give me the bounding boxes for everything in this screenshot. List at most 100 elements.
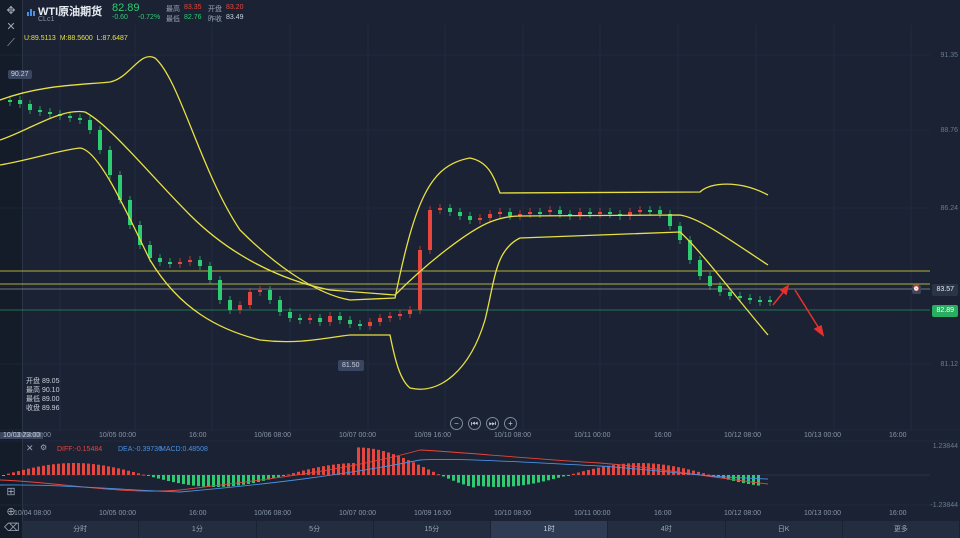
x-tick: 16:00 bbox=[189, 510, 207, 517]
x-tick: 10/13 00:00 bbox=[804, 432, 841, 439]
candle-body bbox=[478, 218, 482, 220]
macd-bar bbox=[627, 463, 630, 475]
candle-body bbox=[468, 216, 472, 220]
macd-bar bbox=[167, 475, 170, 482]
tab-15min[interactable]: 15分 bbox=[374, 521, 491, 538]
candle-body bbox=[718, 286, 722, 292]
candle-body bbox=[368, 322, 372, 326]
tab-timeshare[interactable]: 分时 bbox=[22, 521, 140, 538]
macd-bar bbox=[37, 466, 40, 475]
macd-settings-icon[interactable]: ⚙ bbox=[40, 443, 47, 452]
macd-bar bbox=[487, 475, 490, 487]
macd-bar bbox=[72, 463, 75, 475]
x-tick: 10/09 16:00 bbox=[414, 510, 451, 517]
candle-body bbox=[78, 118, 82, 120]
x-tick: 10/11 00:00 bbox=[574, 432, 611, 439]
y-tick: 91.35 bbox=[940, 52, 958, 59]
macd-bar bbox=[27, 468, 30, 475]
candle-body bbox=[248, 292, 252, 305]
macd-bar bbox=[62, 463, 65, 475]
macd-bar bbox=[307, 469, 310, 475]
x-tick: 10/07 00:00 bbox=[339, 510, 376, 517]
x-tick: 10/10 08:00 bbox=[494, 510, 531, 517]
candle-body bbox=[288, 312, 292, 318]
candle-body bbox=[698, 260, 702, 276]
macd-bar bbox=[647, 463, 650, 475]
candle-body bbox=[608, 212, 612, 214]
macd-bar bbox=[162, 475, 165, 480]
macd-bar bbox=[277, 475, 280, 478]
macd-bar bbox=[602, 466, 605, 475]
x-tick: 16:00 bbox=[889, 510, 907, 517]
kline-chart[interactable] bbox=[0, 0, 960, 538]
candle-body bbox=[728, 292, 732, 296]
low-mark: 81.50 bbox=[338, 360, 364, 371]
x-tick: 10/13 00:00 bbox=[804, 510, 841, 517]
candle-body bbox=[98, 130, 102, 150]
tab-daily[interactable]: 日K bbox=[726, 521, 843, 538]
x-tick: 10/05 00:00 bbox=[99, 510, 136, 517]
x-tick: 10/12 08:00 bbox=[724, 510, 761, 517]
candle-body bbox=[488, 214, 492, 218]
candle-body bbox=[378, 318, 382, 322]
y-tick: 88.76 bbox=[940, 127, 958, 134]
macd-bar bbox=[747, 475, 750, 484]
scroll-right-button[interactable]: ⏭ bbox=[486, 417, 499, 430]
macd-bar bbox=[132, 471, 135, 475]
zoom-out-button[interactable]: − bbox=[450, 417, 463, 430]
x-tick: 16:00 bbox=[654, 510, 672, 517]
macd-bar bbox=[642, 463, 645, 475]
tab-1min[interactable]: 1分 bbox=[139, 521, 257, 538]
macd-bar bbox=[527, 475, 530, 485]
macd-bar bbox=[447, 475, 450, 479]
candle-body bbox=[328, 316, 332, 322]
alert-icon[interactable]: ⏰ bbox=[912, 285, 921, 294]
line-price-tag: 83.57 bbox=[932, 284, 958, 296]
candle-body bbox=[38, 110, 42, 112]
macd-bar bbox=[287, 474, 290, 476]
macd-bar bbox=[457, 475, 460, 483]
macd-bar bbox=[432, 471, 435, 475]
tab-more[interactable]: 更多 bbox=[843, 521, 960, 538]
macd-bar bbox=[107, 466, 110, 475]
macd-bar bbox=[537, 475, 540, 483]
macd-bar bbox=[232, 475, 235, 487]
red-arrows bbox=[772, 284, 825, 337]
macd-bar bbox=[367, 448, 370, 475]
macd-bar bbox=[42, 465, 45, 475]
tab-4hour[interactable]: 4时 bbox=[608, 521, 726, 538]
macd-close-icon[interactable]: ✕ bbox=[26, 443, 34, 454]
macd-bar bbox=[137, 473, 140, 475]
candle-body bbox=[508, 212, 512, 216]
macd-bar bbox=[567, 475, 570, 476]
y-tick: 81.12 bbox=[940, 361, 958, 368]
macd-bar bbox=[387, 452, 390, 475]
macd-bar bbox=[67, 463, 70, 475]
scroll-left-button[interactable]: ⏮ bbox=[468, 417, 481, 430]
current-price-tag: 82.89 bbox=[932, 305, 958, 317]
macd-bar bbox=[532, 475, 535, 484]
candle-body bbox=[68, 116, 72, 118]
tab-5min[interactable]: 5分 bbox=[257, 521, 374, 538]
candle-body bbox=[168, 262, 172, 264]
candle-body bbox=[228, 300, 232, 310]
macd-bar bbox=[97, 464, 100, 475]
tab-1hour[interactable]: 1时 bbox=[491, 521, 609, 538]
macd-bar bbox=[742, 475, 745, 484]
macd-bar bbox=[522, 475, 525, 486]
macd-bar bbox=[12, 472, 15, 475]
x-tick: 16:00 bbox=[889, 432, 907, 439]
x-tick: 10/04 08:00 bbox=[14, 510, 51, 517]
macd-bar bbox=[572, 473, 575, 475]
macd-bar bbox=[187, 475, 190, 485]
macd-bar bbox=[192, 475, 195, 486]
period-tabs: 分时 1分 5分 15分 1时 4时 日K 更多 bbox=[22, 521, 960, 538]
candle-body bbox=[738, 296, 742, 298]
x-tick: 10/12 08:00 bbox=[724, 432, 761, 439]
candle-body bbox=[668, 214, 672, 226]
zoom-in-button[interactable]: + bbox=[504, 417, 517, 430]
candle-body bbox=[768, 300, 772, 302]
high-mark: 90.27 bbox=[8, 70, 32, 79]
macd-bar bbox=[592, 468, 595, 475]
candle-body bbox=[198, 260, 202, 266]
